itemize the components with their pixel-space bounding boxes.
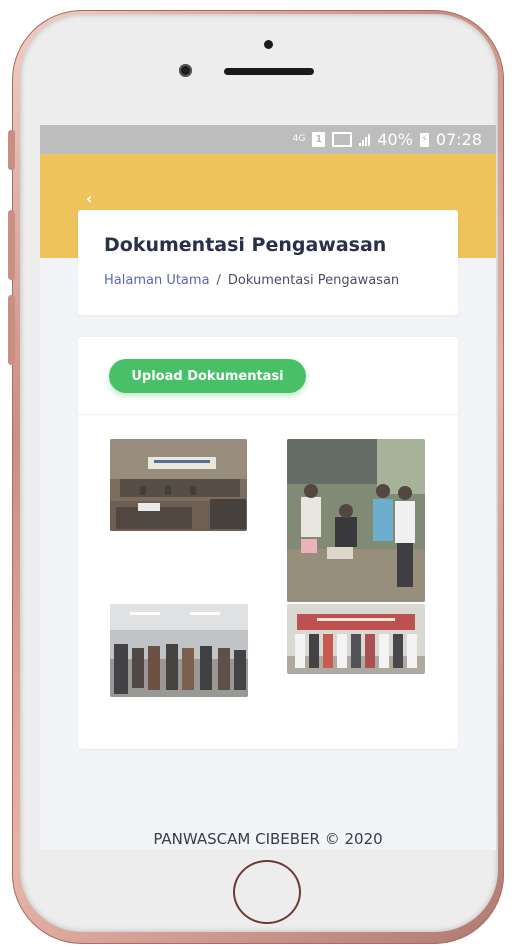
- page-title: Dokumentasi Pengawasan: [104, 234, 387, 256]
- breadcrumb-home-link[interactable]: Halaman Utama: [104, 273, 210, 288]
- app-screen: 4G 1 40% ⚡ 07:28 ‹ Dokumentasi Pengawasa…: [40, 125, 496, 850]
- documentation-card: Upload Dokumentasi: [78, 337, 458, 749]
- chevron-left-icon[interactable]: ‹: [86, 189, 93, 208]
- documentation-photo[interactable]: [110, 604, 248, 697]
- clock: 07:28: [435, 130, 482, 149]
- no-signal-icon: [332, 132, 353, 147]
- network-type: 4G: [292, 134, 306, 144]
- breadcrumb-separator: /: [216, 273, 221, 288]
- signal-icon: [359, 133, 371, 146]
- battery-charging-icon: ⚡: [419, 132, 429, 147]
- page-header-card: Dokumentasi Pengawasan Halaman Utama / Dok…: [78, 210, 458, 315]
- status-bar: 4G 1 40% ⚡ 07:28: [40, 125, 496, 154]
- footer-copyright: PANWASCAM CIBEBER © 2020: [153, 830, 383, 848]
- documentation-photo[interactable]: [287, 604, 425, 674]
- card-divider: [78, 414, 458, 415]
- battery-percent: 40%: [377, 130, 413, 149]
- breadcrumb: Halaman Utama / Dokumentasi Pengawasan: [104, 273, 399, 288]
- upload-documentation-button[interactable]: Upload Dokumentasi: [109, 359, 306, 393]
- phone-volume-up: [8, 210, 15, 280]
- home-button[interactable]: [233, 860, 301, 924]
- phone-speaker: [224, 68, 314, 75]
- phone-camera: [179, 64, 192, 77]
- documentation-photo[interactable]: [110, 439, 247, 531]
- phone-volume-down: [8, 295, 15, 365]
- phone-sensor: [264, 40, 273, 49]
- phone-mute-switch: [8, 130, 15, 170]
- breadcrumb-current: Dokumentasi Pengawasan: [227, 273, 400, 288]
- documentation-photo[interactable]: [287, 439, 425, 602]
- sim-icon: 1: [312, 132, 326, 147]
